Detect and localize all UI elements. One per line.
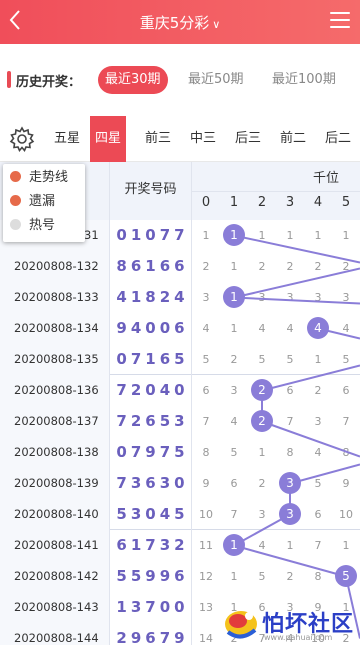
- display-options-menu: 走势线 遗漏 热号: [3, 164, 85, 242]
- lottery-name: 重庆5分彩: [139, 14, 210, 32]
- page-title[interactable]: 重庆5分彩 ∨: [0, 12, 360, 33]
- hit-ball: 3: [279, 472, 301, 494]
- watermark-logo: [225, 611, 257, 639]
- hit-ball: 1: [223, 286, 245, 308]
- hit-ball: 4: [307, 317, 329, 339]
- tab-middle-three[interactable]: 中三: [185, 116, 221, 162]
- checkbox-dot-icon: [10, 195, 21, 206]
- trend-line-segment: [233, 267, 360, 299]
- option-trend-line[interactable]: 走势线: [10, 168, 68, 188]
- period-label: 历史开奖：: [16, 75, 82, 90]
- watermark-subtext: www.pahuai.com: [264, 633, 333, 642]
- app-header: 重庆5分彩 ∨: [0, 0, 360, 44]
- watermark: 怕坏社区 www.pahuai.com: [220, 600, 360, 645]
- tab-front-two[interactable]: 前二: [275, 116, 311, 162]
- hit-ball: 5: [335, 565, 357, 587]
- hit-ball: 3: [279, 503, 301, 525]
- hit-ball: 1: [223, 534, 245, 556]
- tab-five-star[interactable]: 五星: [49, 116, 85, 162]
- tab-four-star[interactable]: 四星: [90, 116, 126, 162]
- trend-line-segment: [233, 544, 347, 578]
- play-type-tabs: 五星 四星 前三 中三 后三 前二 后二: [0, 116, 360, 162]
- tab-back-three[interactable]: 后三: [230, 116, 266, 162]
- trend-line-segment: [261, 420, 360, 458]
- hit-ball: 1: [223, 224, 245, 246]
- option-omission[interactable]: 遗漏: [10, 192, 55, 212]
- tab-front-three[interactable]: 前三: [140, 116, 176, 162]
- section-marker: [7, 71, 11, 88]
- period-option-50[interactable]: 最近50期: [181, 66, 251, 94]
- gear-icon[interactable]: [8, 125, 36, 153]
- chevron-down-icon: ∨: [212, 18, 221, 31]
- option-hot-number[interactable]: 热号: [10, 216, 55, 236]
- checkbox-dot-icon: [10, 171, 21, 182]
- trend-line-segment: [261, 364, 360, 392]
- tab-back-two[interactable]: 后二: [320, 116, 356, 162]
- period-selector: 历史开奖： 最近30期 最近50期 最近100期: [0, 58, 360, 102]
- checkbox-dot-icon: [10, 219, 21, 230]
- period-option-30[interactable]: 最近30期: [98, 66, 168, 94]
- trend-line-segment: [233, 234, 360, 264]
- hamburger-menu-icon[interactable]: [330, 12, 350, 30]
- hit-ball: 2: [251, 379, 273, 401]
- period-option-100[interactable]: 最近100期: [265, 66, 343, 94]
- trend-line-segment: [233, 296, 360, 305]
- hit-ball: 2: [251, 410, 273, 432]
